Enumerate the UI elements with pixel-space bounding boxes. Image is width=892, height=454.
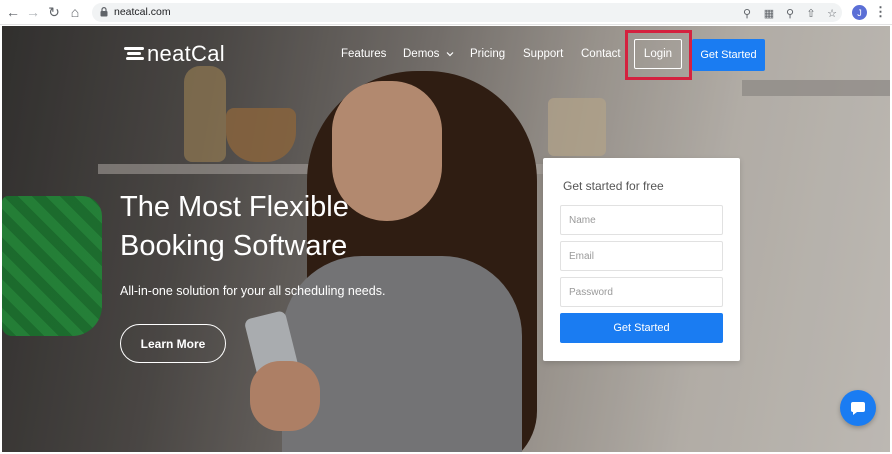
email-input[interactable] bbox=[560, 241, 723, 271]
chat-bubble-icon bbox=[851, 402, 865, 415]
nav-demos[interactable]: Demos bbox=[403, 48, 454, 60]
translate-icon[interactable]: ▦ bbox=[762, 6, 776, 20]
share-icon[interactable]: ⇧ bbox=[804, 6, 818, 20]
zoom-icon[interactable]: ⚲ bbox=[783, 6, 797, 20]
url-text: neatcal.com bbox=[114, 6, 171, 18]
hero-headline: The Most Flexible Booking Software bbox=[120, 188, 420, 266]
name-input[interactable] bbox=[560, 205, 723, 235]
hero-headline-line1: The Most Flexible bbox=[120, 191, 349, 223]
key-icon[interactable]: ⚲ bbox=[740, 6, 754, 20]
nav-contact[interactable]: Contact bbox=[581, 48, 621, 60]
password-input[interactable] bbox=[560, 277, 723, 307]
login-button[interactable]: Login bbox=[634, 39, 682, 69]
hero-section: neatCal Features Demos Pricing Support C… bbox=[2, 26, 890, 452]
signup-card: Get started for free Get Started bbox=[543, 158, 740, 361]
nav-features[interactable]: Features bbox=[341, 48, 386, 60]
logo-text: neatCal bbox=[147, 41, 225, 66]
hero-headline-line2: Booking Software bbox=[120, 230, 348, 262]
nav-support[interactable]: Support bbox=[523, 48, 563, 60]
nav-get-started-button[interactable]: Get Started bbox=[692, 39, 765, 71]
chevron-down-icon bbox=[446, 52, 454, 57]
back-arrow-icon[interactable]: ← bbox=[4, 3, 22, 21]
logo-icon bbox=[124, 47, 144, 61]
address-bar[interactable]: neatcal.com ⚲ ▦ ⚲ ⇧ ☆ bbox=[92, 3, 842, 22]
signup-submit-button[interactable]: Get Started bbox=[560, 313, 723, 343]
star-icon[interactable]: ☆ bbox=[825, 6, 839, 20]
site-logo[interactable]: neatCal bbox=[124, 41, 225, 67]
hero-subline: All-in-one solution for your all schedul… bbox=[120, 284, 386, 298]
profile-avatar[interactable]: J bbox=[852, 5, 867, 20]
nav-pricing[interactable]: Pricing bbox=[470, 48, 505, 60]
menu-kebab-icon[interactable]: ⋮ bbox=[874, 4, 887, 20]
chat-button[interactable] bbox=[840, 390, 876, 426]
signup-title: Get started for free bbox=[563, 179, 664, 193]
reload-icon[interactable]: ↻ bbox=[45, 3, 63, 21]
browser-toolbar: ← → ↻ ⌂ neatcal.com ⚲ ▦ ⚲ ⇧ ☆ J ⋮ bbox=[0, 0, 892, 25]
learn-more-button[interactable]: Learn More bbox=[120, 324, 226, 363]
forward-arrow-icon[interactable]: → bbox=[24, 3, 42, 21]
home-icon[interactable]: ⌂ bbox=[66, 3, 84, 21]
lock-icon bbox=[100, 7, 108, 17]
nav-demos-label: Demos bbox=[403, 48, 440, 60]
